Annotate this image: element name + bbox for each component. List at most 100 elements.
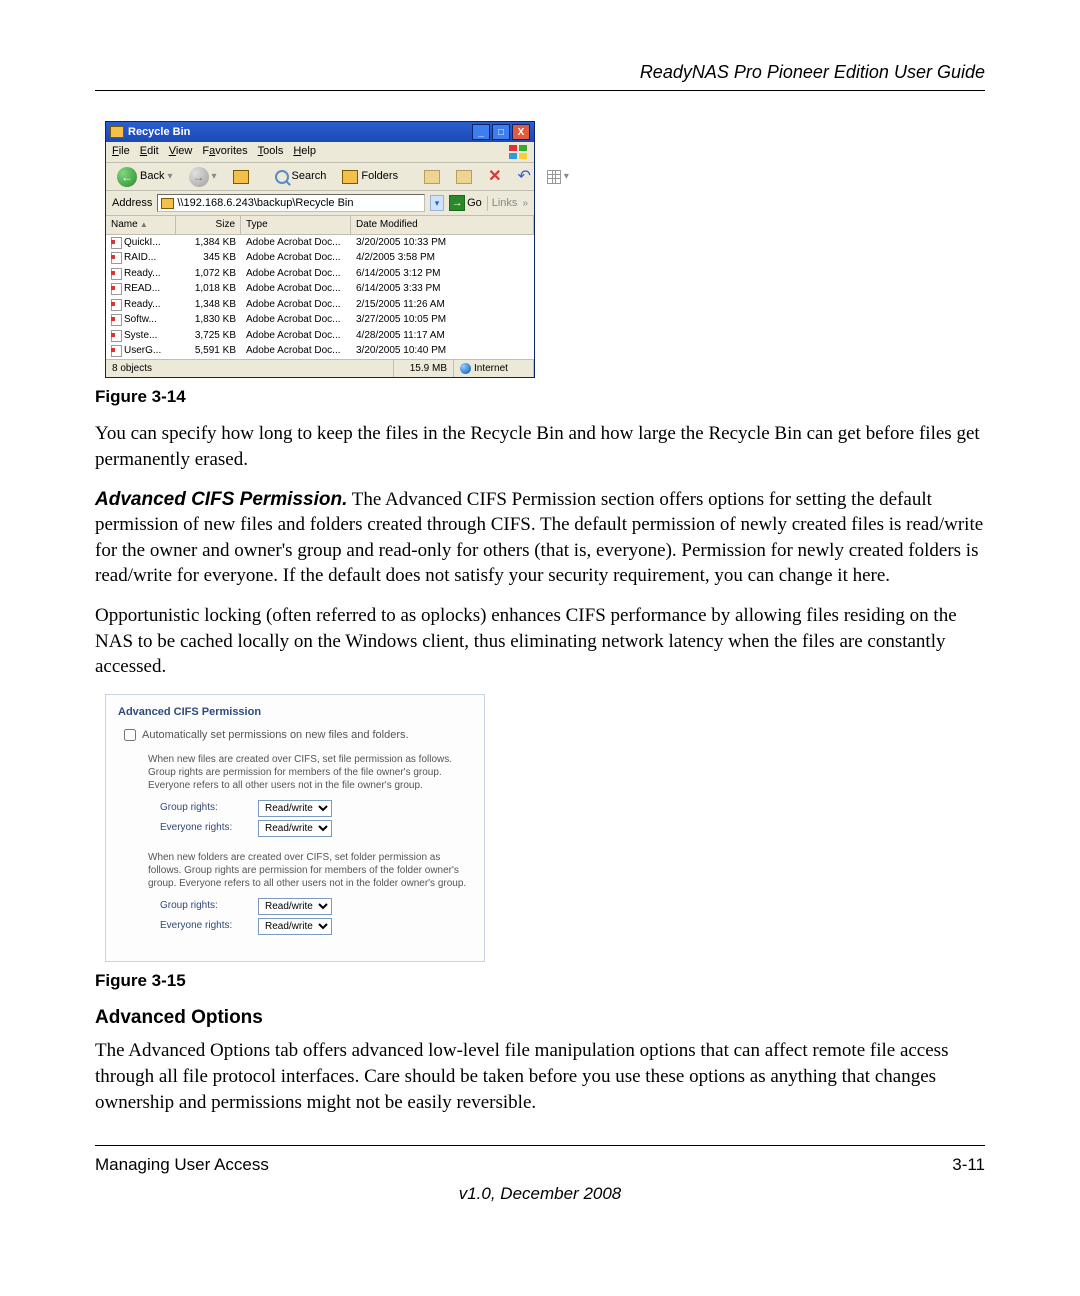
menu-edit[interactable]: Edit: [140, 144, 159, 160]
figure-3-14-caption: Figure 3-14: [95, 386, 985, 409]
forward-button[interactable]: → ▾: [184, 165, 222, 189]
back-icon: ←: [117, 167, 137, 187]
file-icon: [111, 252, 122, 264]
folder-group-rights-select[interactable]: Read/write: [258, 898, 332, 915]
views-icon: [547, 170, 561, 184]
file-list: Name Size Type Date Modified QuickI...1,…: [106, 216, 534, 359]
undo-icon: ↶: [517, 166, 530, 188]
window-titlebar[interactable]: Recycle Bin _ □ X: [106, 122, 534, 142]
folders-button[interactable]: Folders: [337, 167, 403, 186]
go-icon: →: [449, 195, 465, 211]
links-label[interactable]: Links: [487, 196, 518, 211]
menu-bar: File Edit View Favorites Tools Help: [106, 142, 534, 163]
views-dropdown-icon[interactable]: ▾: [564, 170, 569, 184]
file-icon: [111, 330, 122, 342]
menu-help[interactable]: Help: [293, 144, 316, 160]
search-icon: [275, 170, 289, 184]
file-permission-block: When new files are created over CIFS, se…: [148, 753, 472, 837]
status-size: 15.9 MB: [394, 360, 454, 378]
file-icon: [111, 268, 122, 280]
table-row[interactable]: READ...1,018 KBAdobe Acrobat Doc...6/14/…: [106, 281, 534, 297]
window-title: Recycle Bin: [128, 125, 472, 140]
search-button[interactable]: Search: [270, 167, 332, 186]
windows-logo-icon: [508, 144, 528, 160]
paragraph-advanced-options: The Advanced Options tab offers advanced…: [95, 1038, 985, 1115]
file-permission-text: When new files are created over CIFS, se…: [148, 753, 472, 792]
folder-icon: [110, 126, 124, 138]
menu-file[interactable]: File: [112, 144, 130, 160]
status-zone-label: Internet: [474, 362, 508, 376]
views-button[interactable]: ▾: [542, 168, 574, 186]
footer-right: 3-11: [952, 1154, 985, 1177]
maximize-button[interactable]: □: [492, 124, 510, 140]
col-type-header[interactable]: Type: [241, 216, 351, 234]
address-value: \\192.168.6.243\backup\Recycle Bin: [177, 196, 353, 211]
table-row[interactable]: Softw...1,830 KBAdobe Acrobat Doc...3/27…: [106, 312, 534, 328]
folder-everyone-rights-select[interactable]: Read/write: [258, 918, 332, 935]
paragraph-oplocks: Opportunistic locking (often referred to…: [95, 603, 985, 680]
table-row[interactable]: QuickI...1,384 KBAdobe Acrobat Doc...3/2…: [106, 235, 534, 251]
table-row[interactable]: UserG...5,591 KBAdobe Acrobat Doc...3/20…: [106, 343, 534, 359]
file-everyone-rights-label: Everyone rights:: [160, 821, 250, 835]
up-folder-icon: [233, 170, 249, 184]
folders-icon: [342, 170, 358, 184]
paragraph-cifs-inline: Advanced CIFS Permission. The Advanced C…: [95, 487, 985, 590]
file-everyone-rights-select[interactable]: Read/write: [258, 820, 332, 837]
file-icon: [111, 237, 122, 249]
copy-icon: [456, 170, 472, 184]
table-row[interactable]: Ready...1,072 KBAdobe Acrobat Doc...6/14…: [106, 266, 534, 282]
advanced-options-heading: Advanced Options: [95, 1005, 985, 1031]
undo-button[interactable]: ↶: [512, 164, 535, 190]
col-date-header[interactable]: Date Modified: [351, 216, 534, 234]
address-bar: Address \\192.168.6.243\backup\Recycle B…: [106, 191, 534, 216]
file-icon: [111, 314, 122, 326]
auto-permissions-checkbox[interactable]: [124, 729, 136, 741]
header-rule: [95, 90, 985, 91]
forward-icon: →: [189, 167, 209, 187]
up-button[interactable]: [228, 168, 254, 186]
links-chevron-icon[interactable]: »: [522, 197, 528, 211]
file-group-rights-select[interactable]: Read/write: [258, 800, 332, 817]
advanced-cifs-panel: Advanced CIFS Permission Automatically s…: [105, 694, 485, 962]
address-input[interactable]: \\192.168.6.243\backup\Recycle Bin: [157, 194, 425, 212]
col-size-header[interactable]: Size: [176, 216, 241, 234]
footer-rule: [95, 1145, 985, 1146]
back-dropdown-icon[interactable]: ▾: [167, 170, 172, 184]
folder-everyone-rights-label: Everyone rights:: [160, 919, 250, 933]
menu-view[interactable]: View: [169, 144, 193, 160]
file-icon: [111, 345, 122, 357]
minimize-button[interactable]: _: [472, 124, 490, 140]
delete-icon: ✕: [488, 166, 501, 188]
table-row[interactable]: Syste...3,725 KBAdobe Acrobat Doc...4/28…: [106, 328, 534, 344]
close-button[interactable]: X: [512, 124, 530, 140]
folder-group-rights-label: Group rights:: [160, 899, 250, 913]
file-icon: [111, 299, 122, 311]
footer-version: v1.0, December 2008: [95, 1183, 985, 1206]
paragraph-recycle-bin: You can specify how long to keep the fil…: [95, 421, 985, 472]
auto-permissions-label: Automatically set permissions on new fil…: [142, 728, 409, 743]
delete-button[interactable]: ✕: [483, 164, 506, 190]
status-objects: 8 objects: [106, 360, 394, 378]
list-header[interactable]: Name Size Type Date Modified: [106, 216, 534, 235]
file-icon: [111, 283, 122, 295]
copy-to-button[interactable]: [451, 168, 477, 186]
forward-dropdown-icon[interactable]: ▾: [212, 170, 217, 184]
table-row[interactable]: Ready...1,348 KBAdobe Acrobat Doc...2/15…: [106, 297, 534, 313]
address-dropdown-button[interactable]: ▾: [430, 195, 444, 211]
status-bar: 8 objects 15.9 MB Internet: [106, 359, 534, 378]
go-button[interactable]: → Go: [449, 195, 482, 211]
go-label: Go: [467, 196, 482, 211]
header-title: ReadyNAS Pro Pioneer Edition User Guide: [95, 60, 985, 84]
move-to-button[interactable]: [419, 168, 445, 186]
file-group-rights-label: Group rights:: [160, 801, 250, 815]
table-row[interactable]: RAID...345 KBAdobe Acrobat Doc...4/2/200…: [106, 250, 534, 266]
folder-permission-text: When new folders are created over CIFS, …: [148, 851, 472, 890]
col-name-header[interactable]: Name: [106, 216, 176, 234]
back-button[interactable]: ← Back ▾: [112, 165, 178, 189]
internet-zone-icon: [460, 363, 471, 374]
menu-tools[interactable]: Tools: [258, 144, 284, 160]
toolbar: ← Back ▾ → ▾ Search Folders ✕ ↶ ▾: [106, 163, 534, 191]
folder-permission-block: When new folders are created over CIFS, …: [148, 851, 472, 935]
menu-favorites[interactable]: Favorites: [202, 144, 247, 160]
cifs-panel-title: Advanced CIFS Permission: [118, 705, 472, 720]
